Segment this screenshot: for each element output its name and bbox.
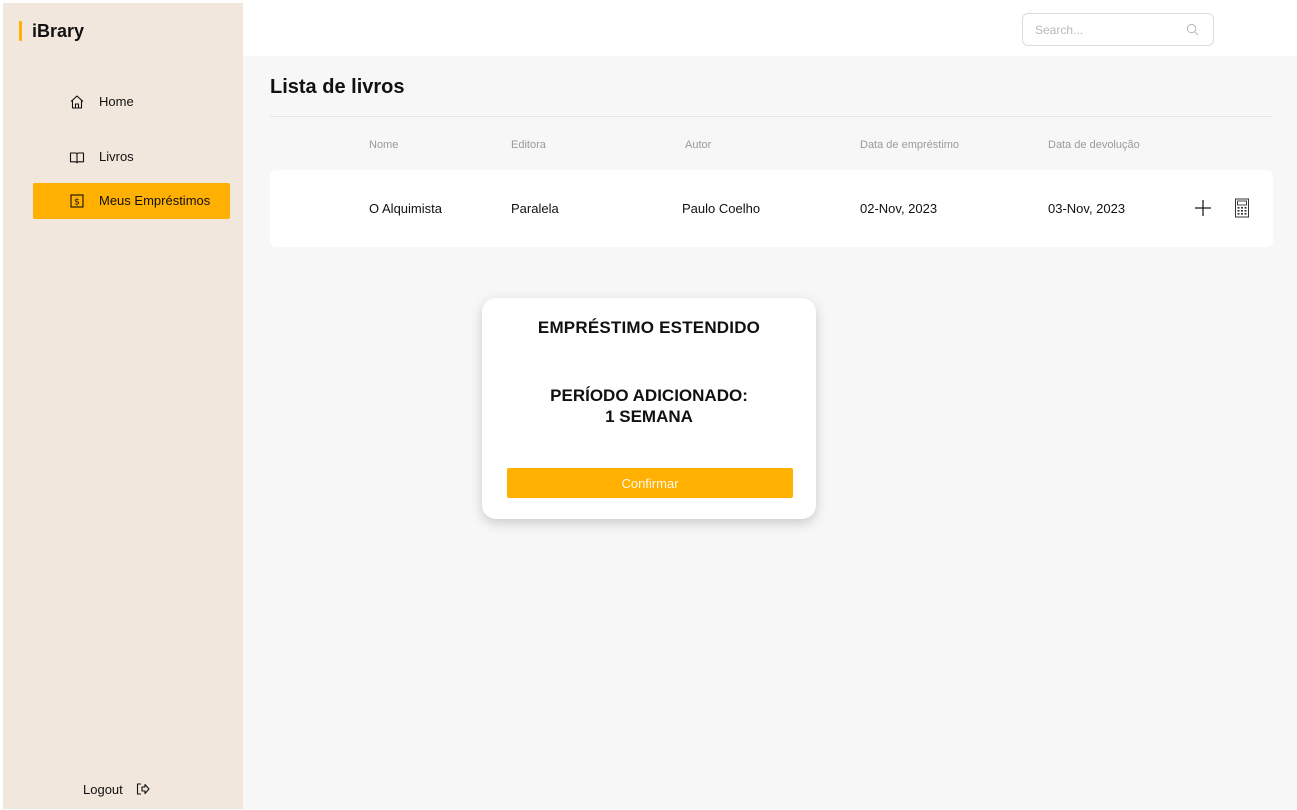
dollar-icon: $: [70, 194, 84, 208]
sidebar-item-label: Livros: [99, 149, 134, 164]
column-header-autor: Autor: [685, 139, 712, 151]
search-box: [1022, 13, 1214, 46]
loan-extended-dialog: EMPRÉSTIMO ESTENDIDO PERÍODO ADICIONADO:…: [482, 298, 816, 519]
column-header-editora: Editora: [511, 139, 546, 151]
brand-name: iBrary: [32, 20, 85, 41]
main-content: Lista de livros Nome Editora Autor Data …: [243, 56, 1297, 809]
sidebar-item-meus-emprestimos[interactable]: $ Meus Empréstimos: [33, 183, 230, 219]
logout-icon: [136, 783, 150, 795]
table-row: O Alquimista Paralela Paulo Coelho 02-No…: [270, 170, 1273, 247]
logout-button[interactable]: Logout: [83, 781, 151, 797]
page-title: Lista de livros: [270, 76, 405, 98]
column-header-data-emprestimo: Data de empréstimo: [860, 139, 960, 151]
sidebar-item-label: Home: [99, 94, 134, 109]
title-divider: [270, 116, 1272, 117]
sidebar-item-livros[interactable]: Livros: [33, 139, 230, 175]
brand-accent-bar: [19, 21, 22, 41]
search-input[interactable]: [1035, 22, 1185, 37]
confirm-button[interactable]: Confirmar: [507, 468, 793, 498]
top-bar: [243, 3, 1297, 56]
cell-data-emprestimo: 02-Nov, 2023: [860, 201, 938, 216]
dialog-title: EMPRÉSTIMO ESTENDIDO: [537, 318, 761, 337]
column-header-nome: Nome: [369, 139, 399, 151]
sidebar: iBrary Home Livros $ Meus Empréstimos Lo…: [3, 3, 243, 809]
sidebar-item-home[interactable]: Home: [33, 84, 230, 120]
home-icon: [70, 95, 84, 109]
column-header-data-devolucao: Data de devolução: [1048, 139, 1140, 151]
dialog-period-value: 1 SEMANA: [605, 407, 693, 426]
cell-nome: O Alquimista: [369, 201, 442, 216]
brand: iBrary: [19, 20, 84, 42]
calculator-icon[interactable]: [1234, 198, 1250, 218]
cell-editora: Paralela: [511, 201, 559, 216]
svg-text:$: $: [74, 198, 80, 208]
cell-data-devolucao: 03-Nov, 2023: [1048, 201, 1126, 216]
cell-autor: Paulo Coelho: [682, 201, 761, 216]
book-icon: [69, 152, 85, 164]
dialog-period-label: PERÍODO ADICIONADO:: [550, 386, 748, 405]
search-icon[interactable]: [1186, 23, 1199, 36]
extend-loan-plus-button[interactable]: [1194, 199, 1212, 217]
logout-label: Logout: [83, 781, 123, 797]
app-window: iBrary Home Livros $ Meus Empréstimos Lo…: [3, 3, 1297, 809]
sidebar-item-label: Meus Empréstimos: [99, 193, 211, 208]
